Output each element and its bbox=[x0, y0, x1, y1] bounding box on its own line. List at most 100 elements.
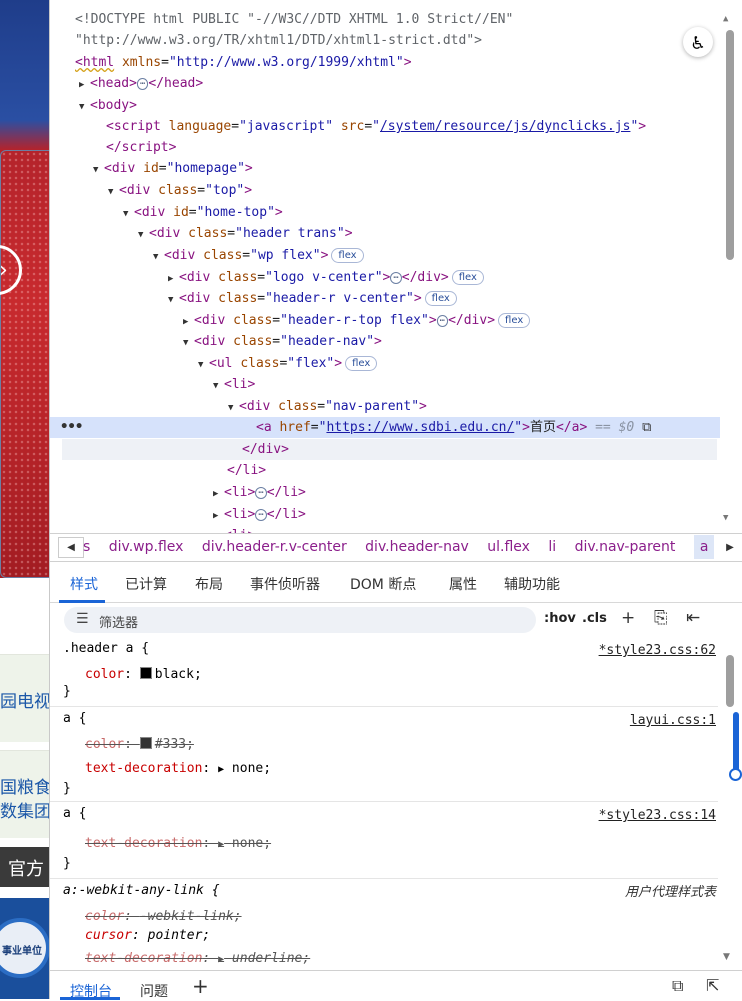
devtools-panel: ••• <!DOCTYPE html PUBLIC "-//W3C//DTD X… bbox=[49, 0, 742, 1001]
breadcrumb-item[interactable]: s bbox=[83, 539, 90, 555]
node-div-homepage[interactable]: ▼ <div id="homepage"> bbox=[93, 158, 253, 180]
tab-computed[interactable]: 已计算 bbox=[125, 574, 167, 594]
node-ul[interactable]: ▼ <ul class="flex"> flex bbox=[198, 353, 378, 375]
cls-toggle[interactable]: .cls bbox=[582, 611, 607, 626]
node-actions-ellipsis[interactable]: ••• bbox=[60, 419, 83, 435]
node-a-selected[interactable]: <a href="https://www.sdbi.edu.cn/">首页</a… bbox=[256, 417, 651, 439]
style-property[interactable]: color: black; bbox=[85, 665, 202, 685]
style-property-overridden[interactable]: text-decoration: ▶ none; bbox=[85, 834, 271, 855]
flex-badge[interactable]: flex bbox=[424, 291, 457, 306]
doctype-line-1: <!DOCTYPE html PUBLIC "-//W3C//DTD XHTML… bbox=[75, 12, 514, 27]
style-property-overridden[interactable]: text-decoration: ▶ underline; bbox=[85, 949, 310, 970]
breadcrumb-item[interactable]: li bbox=[548, 539, 556, 555]
filter-icon: ☰ bbox=[76, 611, 89, 627]
collapse-triangle-icon[interactable]: ▼ bbox=[79, 97, 90, 119]
tab-dom-breakpoints[interactable]: DOM 断点 bbox=[350, 574, 416, 594]
official-bar: 官方 bbox=[0, 847, 56, 887]
hov-toggle[interactable]: :hov bbox=[544, 611, 576, 626]
close-drawer-icon[interactable]: ⇱ bbox=[706, 976, 719, 995]
color-swatch-icon[interactable] bbox=[139, 667, 152, 679]
node-li[interactable]: ▶<li> bbox=[213, 525, 255, 533]
tab-properties[interactable]: 属性 bbox=[449, 574, 477, 594]
tab-event-listeners[interactable]: 事件侦听器 bbox=[250, 574, 320, 594]
node-body[interactable]: ▼ <body> bbox=[79, 95, 137, 117]
style-rule[interactable]: a { *style23.css:14 text-decoration: ▶ n… bbox=[50, 802, 718, 879]
node-head[interactable]: ▶ <head> ⋯ </head> bbox=[79, 73, 203, 95]
official-label: 官方 bbox=[8, 859, 44, 880]
collapsed-ellipsis[interactable]: ⋯ bbox=[136, 78, 149, 90]
rule-source-link[interactable]: *style23.css:14 bbox=[599, 806, 716, 826]
node-div-header-r-top[interactable]: ▶ <div class="header-r-top flex"> ⋯ </div> f… bbox=[183, 310, 531, 332]
node-div-home-top[interactable]: ▼ <div id="home-top"> bbox=[123, 202, 283, 224]
scroll-down-icon[interactable]: ▼ bbox=[723, 513, 728, 523]
hero-banner: › bbox=[0, 0, 56, 578]
node-div-close: </div> bbox=[242, 442, 289, 457]
style-rule[interactable]: .header a { *style23.css:62 color: black… bbox=[50, 637, 718, 707]
node-div-logo[interactable]: ▶ <div class="logo v-center"> ⋯ </div> flex bbox=[168, 267, 484, 289]
flex-badge[interactable]: flex bbox=[451, 270, 484, 285]
node-div-header-nav[interactable]: ▼ <div class="header-nav"> bbox=[183, 331, 382, 353]
new-rule-icon[interactable]: + bbox=[621, 608, 635, 628]
elements-tree[interactable]: ••• <!DOCTYPE html PUBLIC "-//W3C//DTD X… bbox=[50, 0, 742, 533]
expand-triangle-icon[interactable]: ▶ bbox=[79, 75, 90, 97]
website-viewport: › 园电视 国粮食行 数集团 官方 事业单位 bbox=[0, 0, 56, 999]
color-swatch-icon[interactable] bbox=[139, 737, 152, 749]
paint-brush-icon[interactable]: ⎘ bbox=[654, 608, 668, 628]
style-rule[interactable]: a { layui.css:1 color: #333; text-decora… bbox=[50, 707, 718, 802]
node-script[interactable]: <script language="javascript" src="/syst… bbox=[106, 116, 646, 138]
breadcrumb-item[interactable]: div.header-nav bbox=[365, 539, 469, 555]
node-div-wp[interactable]: ▼ <div class="wp flex"> flex bbox=[153, 245, 364, 267]
news-tile[interactable]: 国粮食行 数集团 bbox=[0, 750, 56, 838]
rule-source-link[interactable]: *style23.css:62 bbox=[599, 641, 716, 661]
dock-icon[interactable]: ⧉ bbox=[672, 976, 683, 996]
flex-badge[interactable]: flex bbox=[498, 313, 531, 328]
breadcrumb-right-icon[interactable]: ▶ bbox=[717, 534, 742, 561]
breadcrumb-item[interactable]: div.wp.flex bbox=[109, 539, 184, 555]
drawer-tabbar: 控制台 问题 + ⧉ ⇱ bbox=[50, 970, 742, 1001]
node-div-top[interactable]: ▼ <div class="top"> bbox=[108, 180, 252, 202]
node-div-nav-parent[interactable]: ▼ <div class="nav-parent"> bbox=[228, 396, 427, 418]
hero-texture bbox=[0, 150, 56, 578]
institution-badge[interactable]: 事业单位 bbox=[0, 898, 56, 999]
node-script-close: </script> bbox=[106, 140, 177, 155]
breadcrumb-item[interactable]: div.header-r.v-center bbox=[202, 539, 347, 555]
expand-triangle-icon[interactable]: ▶ bbox=[218, 764, 224, 775]
style-property[interactable]: text-decoration: ▶ none; bbox=[85, 759, 271, 780]
accessibility-icon[interactable]: ♿ bbox=[683, 27, 713, 57]
styles-scrollbar[interactable] bbox=[726, 655, 734, 707]
node-li[interactable]: ▶ <li> ⋯ </li> bbox=[213, 504, 306, 526]
style-property-overridden[interactable]: color: #333; bbox=[85, 735, 194, 755]
tab-layout[interactable]: 布局 bbox=[195, 574, 223, 594]
filter-input[interactable]: ☰ 筛选器 bbox=[64, 607, 536, 633]
scroll-down-icon[interactable]: ▼ bbox=[723, 952, 730, 962]
ai-assist-icon[interactable]: ⧉ bbox=[642, 420, 651, 435]
node-li[interactable]: ▶ <li> ⋯ </li> bbox=[213, 482, 306, 504]
node-div-header-r[interactable]: ▼ <div class="header-r v-center"> flex bbox=[168, 288, 457, 310]
breadcrumb-item[interactable]: ul.flex bbox=[487, 539, 530, 555]
tab-issues[interactable]: 问题 bbox=[140, 981, 168, 1001]
news-tile[interactable]: 园电视 bbox=[0, 654, 56, 742]
breadcrumb-left-icon[interactable]: ◀ bbox=[58, 537, 84, 558]
node-html[interactable]: <html xmlns="http://www.w3.org/1999/xhtm… bbox=[75, 52, 412, 74]
style-property-overridden[interactable]: color: -webkit-link; bbox=[85, 907, 242, 927]
news-tile-text: 数集团 bbox=[0, 802, 51, 822]
add-tab-icon[interactable]: + bbox=[192, 974, 209, 998]
style-property[interactable]: cursor: pointer; bbox=[85, 926, 210, 946]
scroll-up-icon[interactable]: ▲ bbox=[723, 14, 728, 24]
tab-styles[interactable]: 样式 bbox=[70, 574, 98, 594]
styles-scroll-handle[interactable] bbox=[729, 768, 742, 781]
flex-badge[interactable]: flex bbox=[331, 248, 364, 263]
rule-source-link[interactable]: layui.css:1 bbox=[630, 711, 716, 731]
breadcrumb-item-active[interactable]: a bbox=[693, 535, 715, 559]
tab-accessibility[interactable]: 辅助功能 bbox=[504, 574, 560, 594]
breadcrumb-item[interactable]: div.nav-parent bbox=[575, 539, 676, 555]
style-rule-user-agent[interactable]: a:-webkit-any-link { 用户代理样式表 color: -web… bbox=[50, 879, 718, 970]
toggle-sidebar-icon[interactable]: ⇤ bbox=[686, 608, 700, 628]
rule-selector: a { bbox=[63, 806, 87, 821]
elements-scrollbar[interactable] bbox=[726, 30, 734, 260]
node-li[interactable]: ▼ <li> bbox=[213, 374, 255, 396]
flex-badge[interactable]: flex bbox=[345, 356, 378, 371]
sidebar-tabs: 样式 已计算 布局 事件侦听器 DOM 断点 属性 辅助功能 bbox=[50, 563, 742, 603]
news-tile-text: 园电视 bbox=[0, 692, 51, 712]
node-div-header[interactable]: ▼ <div class="header trans"> bbox=[138, 223, 353, 245]
